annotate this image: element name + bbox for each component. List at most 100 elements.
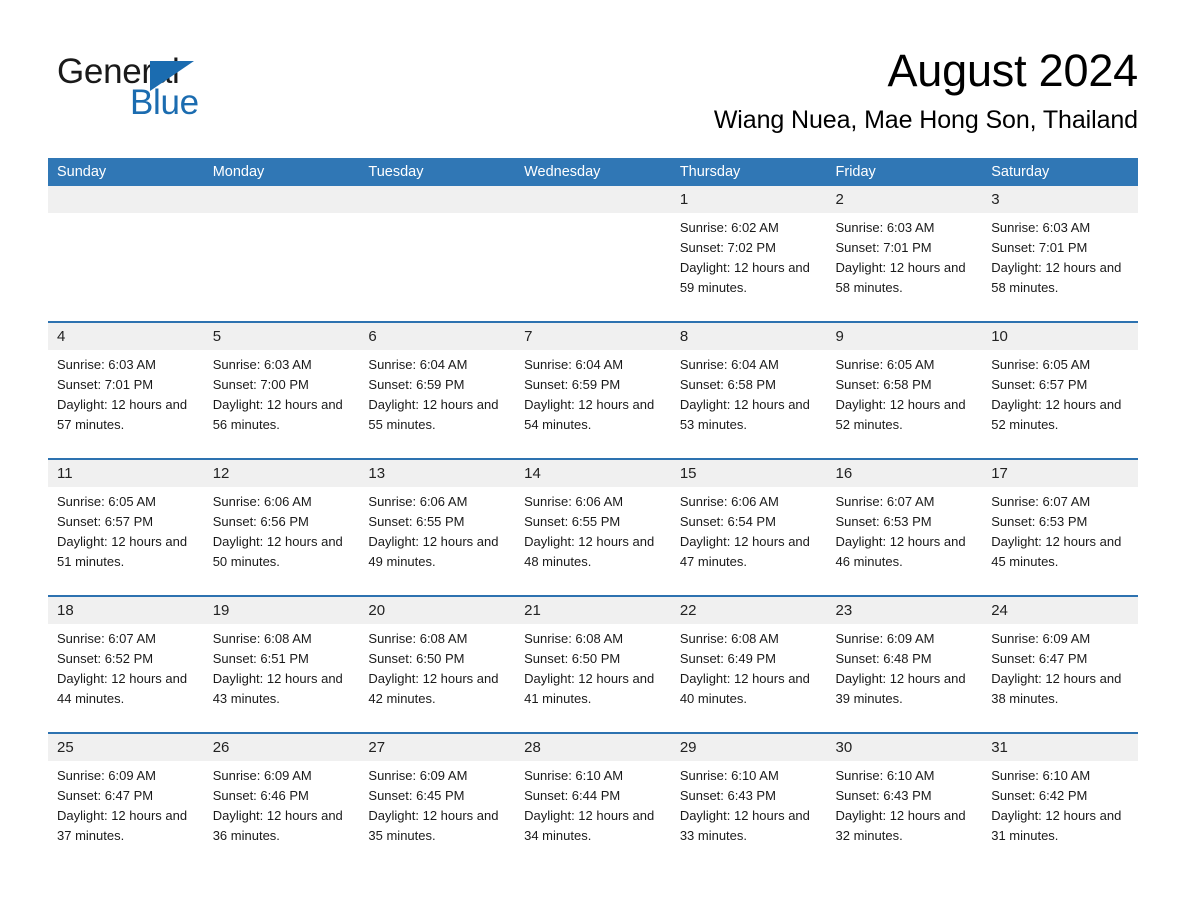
sunset-text: Sunset: 6:50 PM [524,651,621,666]
sunset-text: Sunset: 7:01 PM [835,240,932,255]
daylight-text: Daylight: 12 hours and 37 minutes. [57,808,188,843]
day-cell[interactable]: 2 Sunrise: 6:03 AM Sunset: 7:01 PM Dayli… [826,186,983,319]
day-number: 5 [203,323,360,350]
day-cell[interactable]: 21 Sunrise: 6:08 AM Sunset: 6:50 PM Dayl… [515,597,671,730]
day-cell[interactable]: 15 Sunrise: 6:06 AM Sunset: 6:54 PM Dayl… [670,460,827,593]
sunrise-text: Sunrise: 6:03 AM [212,357,312,372]
day-cell[interactable]: 31 Sunrise: 6:10 AM Sunset: 6:42 PM Dayl… [982,734,1138,867]
day-info: Sunrise: 6:07 AM Sunset: 6:52 PM Dayligh… [48,624,204,709]
daylight-text: Daylight: 12 hours and 47 minutes. [679,534,810,569]
week-row: 11 Sunrise: 6:05 AM Sunset: 6:57 PM Dayl… [48,458,1138,595]
day-cell[interactable]: 14 Sunrise: 6:06 AM Sunset: 6:55 PM Dayl… [515,460,671,593]
day-cell[interactable]: 24 Sunrise: 6:09 AM Sunset: 6:47 PM Dayl… [982,597,1138,730]
day-number: 3 [982,186,1138,213]
sunrise-text: Sunrise: 6:09 AM [368,768,468,783]
sunset-text: Sunset: 6:55 PM [524,514,621,529]
day-cell[interactable]: 3 Sunrise: 6:03 AM Sunset: 7:01 PM Dayli… [982,186,1138,319]
day-cell[interactable]: 27 Sunrise: 6:09 AM Sunset: 6:45 PM Dayl… [359,734,516,867]
day-info: Sunrise: 6:07 AM Sunset: 6:53 PM Dayligh… [827,487,983,572]
day-cell[interactable]: 29 Sunrise: 6:10 AM Sunset: 6:43 PM Dayl… [670,734,827,867]
day-cell[interactable]: 5 Sunrise: 6:03 AM Sunset: 7:00 PM Dayli… [203,323,360,456]
day-info: Sunrise: 6:04 AM Sunset: 6:58 PM Dayligh… [671,350,827,435]
general-blue-logo[interactable]: General Blue [57,52,287,124]
day-number: 23 [826,597,983,624]
day-info: Sunrise: 6:08 AM Sunset: 6:50 PM Dayligh… [359,624,515,709]
day-info: Sunrise: 6:05 AM Sunset: 6:58 PM Dayligh… [827,350,983,435]
day-info: Sunrise: 6:03 AM Sunset: 7:01 PM Dayligh… [48,350,204,435]
week-row: 4 Sunrise: 6:03 AM Sunset: 7:01 PM Dayli… [48,321,1138,458]
sunset-text: Sunset: 6:51 PM [212,651,309,666]
day-cell[interactable]: 19 Sunrise: 6:08 AM Sunset: 6:51 PM Dayl… [203,597,360,730]
day-number: 27 [359,734,516,761]
day-cell[interactable]: 26 Sunrise: 6:09 AM Sunset: 6:46 PM Dayl… [203,734,360,867]
day-info: Sunrise: 6:06 AM Sunset: 6:56 PM Dayligh… [204,487,360,572]
day-cell[interactable]: 4 Sunrise: 6:03 AM Sunset: 7:01 PM Dayli… [48,323,204,456]
day-cell[interactable]: 22 Sunrise: 6:08 AM Sunset: 6:49 PM Dayl… [670,597,827,730]
sunset-text: Sunset: 6:57 PM [991,377,1088,392]
day-cell[interactable]: 7 Sunrise: 6:04 AM Sunset: 6:59 PM Dayli… [515,323,671,456]
daylight-text: Daylight: 12 hours and 54 minutes. [524,397,655,432]
day-number: 17 [982,460,1138,487]
sunset-text: Sunset: 6:58 PM [835,377,932,392]
day-info: Sunrise: 6:10 AM Sunset: 6:43 PM Dayligh… [827,761,983,846]
day-info: Sunrise: 6:06 AM Sunset: 6:55 PM Dayligh… [515,487,671,572]
sunrise-text: Sunrise: 6:03 AM [835,220,935,235]
daylight-text: Daylight: 12 hours and 32 minutes. [835,808,966,843]
day-cell[interactable]: 23 Sunrise: 6:09 AM Sunset: 6:48 PM Dayl… [826,597,983,730]
day-info: Sunrise: 6:10 AM Sunset: 6:42 PM Dayligh… [982,761,1138,846]
day-cell[interactable]: 30 Sunrise: 6:10 AM Sunset: 6:43 PM Dayl… [826,734,983,867]
sunrise-text: Sunrise: 6:10 AM [679,768,779,783]
weekday-header-saturday: Saturday [991,164,1050,180]
sunset-text: Sunset: 6:48 PM [835,651,932,666]
day-cell[interactable]: 6 Sunrise: 6:04 AM Sunset: 6:59 PM Dayli… [359,323,516,456]
day-number: 2 [826,186,983,213]
day-info: Sunrise: 6:08 AM Sunset: 6:49 PM Dayligh… [671,624,827,709]
day-number: 4 [48,323,204,350]
sunrise-text: Sunrise: 6:02 AM [679,220,779,235]
calendar-page: General Blue August 2024 Wiang Nuea, Mae… [0,0,1188,918]
sunset-text: Sunset: 6:56 PM [212,514,309,529]
day-info: Sunrise: 6:10 AM Sunset: 6:43 PM Dayligh… [671,761,827,846]
day-info: Sunrise: 6:09 AM Sunset: 6:46 PM Dayligh… [204,761,360,846]
day-cell[interactable]: 10 Sunrise: 6:05 AM Sunset: 6:57 PM Dayl… [982,323,1138,456]
sunset-text: Sunset: 6:53 PM [991,514,1088,529]
day-number: 28 [515,734,671,761]
day-info: Sunrise: 6:07 AM Sunset: 6:53 PM Dayligh… [982,487,1138,572]
day-number: 11 [48,460,204,487]
daylight-text: Daylight: 12 hours and 52 minutes. [991,397,1122,432]
day-cell[interactable]: 16 Sunrise: 6:07 AM Sunset: 6:53 PM Dayl… [826,460,983,593]
daylight-text: Daylight: 12 hours and 40 minutes. [679,671,810,706]
day-cell[interactable]: 25 Sunrise: 6:09 AM Sunset: 6:47 PM Dayl… [48,734,204,867]
day-cell[interactable]: 18 Sunrise: 6:07 AM Sunset: 6:52 PM Dayl… [48,597,204,730]
day-cell[interactable]: 17 Sunrise: 6:07 AM Sunset: 6:53 PM Dayl… [982,460,1138,593]
day-number: 13 [359,460,516,487]
sunset-text: Sunset: 6:43 PM [835,788,932,803]
daylight-text: Daylight: 12 hours and 42 minutes. [368,671,499,706]
sunset-text: Sunset: 7:00 PM [212,377,309,392]
daylight-text: Daylight: 12 hours and 57 minutes. [57,397,188,432]
weekday-header-tuesday: Tuesday [368,164,424,180]
day-info: Sunrise: 6:09 AM Sunset: 6:48 PM Dayligh… [827,624,983,709]
sunset-text: Sunset: 7:01 PM [991,240,1088,255]
day-cell[interactable]: 13 Sunrise: 6:06 AM Sunset: 6:55 PM Dayl… [359,460,516,593]
day-number [359,186,516,213]
sunset-text: Sunset: 6:52 PM [57,651,154,666]
weekday-header-row: Sunday Monday Tuesday Wednesday Thursday… [48,158,1138,186]
sunset-text: Sunset: 6:53 PM [835,514,932,529]
day-cell[interactable]: 11 Sunrise: 6:05 AM Sunset: 6:57 PM Dayl… [48,460,204,593]
location-subtitle: Wiang Nuea, Mae Hong Son, Thailand [713,106,1138,134]
day-cell[interactable]: 20 Sunrise: 6:08 AM Sunset: 6:50 PM Dayl… [359,597,516,730]
day-info: Sunrise: 6:04 AM Sunset: 6:59 PM Dayligh… [359,350,515,435]
logo-text-blue: Blue [130,83,199,122]
day-number: 16 [826,460,983,487]
sunrise-text: Sunrise: 6:04 AM [679,357,779,372]
day-cell[interactable]: 28 Sunrise: 6:10 AM Sunset: 6:44 PM Dayl… [515,734,671,867]
daylight-text: Daylight: 12 hours and 39 minutes. [835,671,966,706]
day-cell[interactable]: 9 Sunrise: 6:05 AM Sunset: 6:58 PM Dayli… [826,323,983,456]
sunrise-text: Sunrise: 6:09 AM [991,631,1091,646]
day-cell[interactable]: 1 Sunrise: 6:02 AM Sunset: 7:02 PM Dayli… [670,186,827,319]
sunrise-text: Sunrise: 6:09 AM [835,631,935,646]
day-cell[interactable]: 8 Sunrise: 6:04 AM Sunset: 6:58 PM Dayli… [670,323,827,456]
sunrise-text: Sunrise: 6:05 AM [991,357,1091,372]
day-cell[interactable]: 12 Sunrise: 6:06 AM Sunset: 6:56 PM Dayl… [203,460,360,593]
